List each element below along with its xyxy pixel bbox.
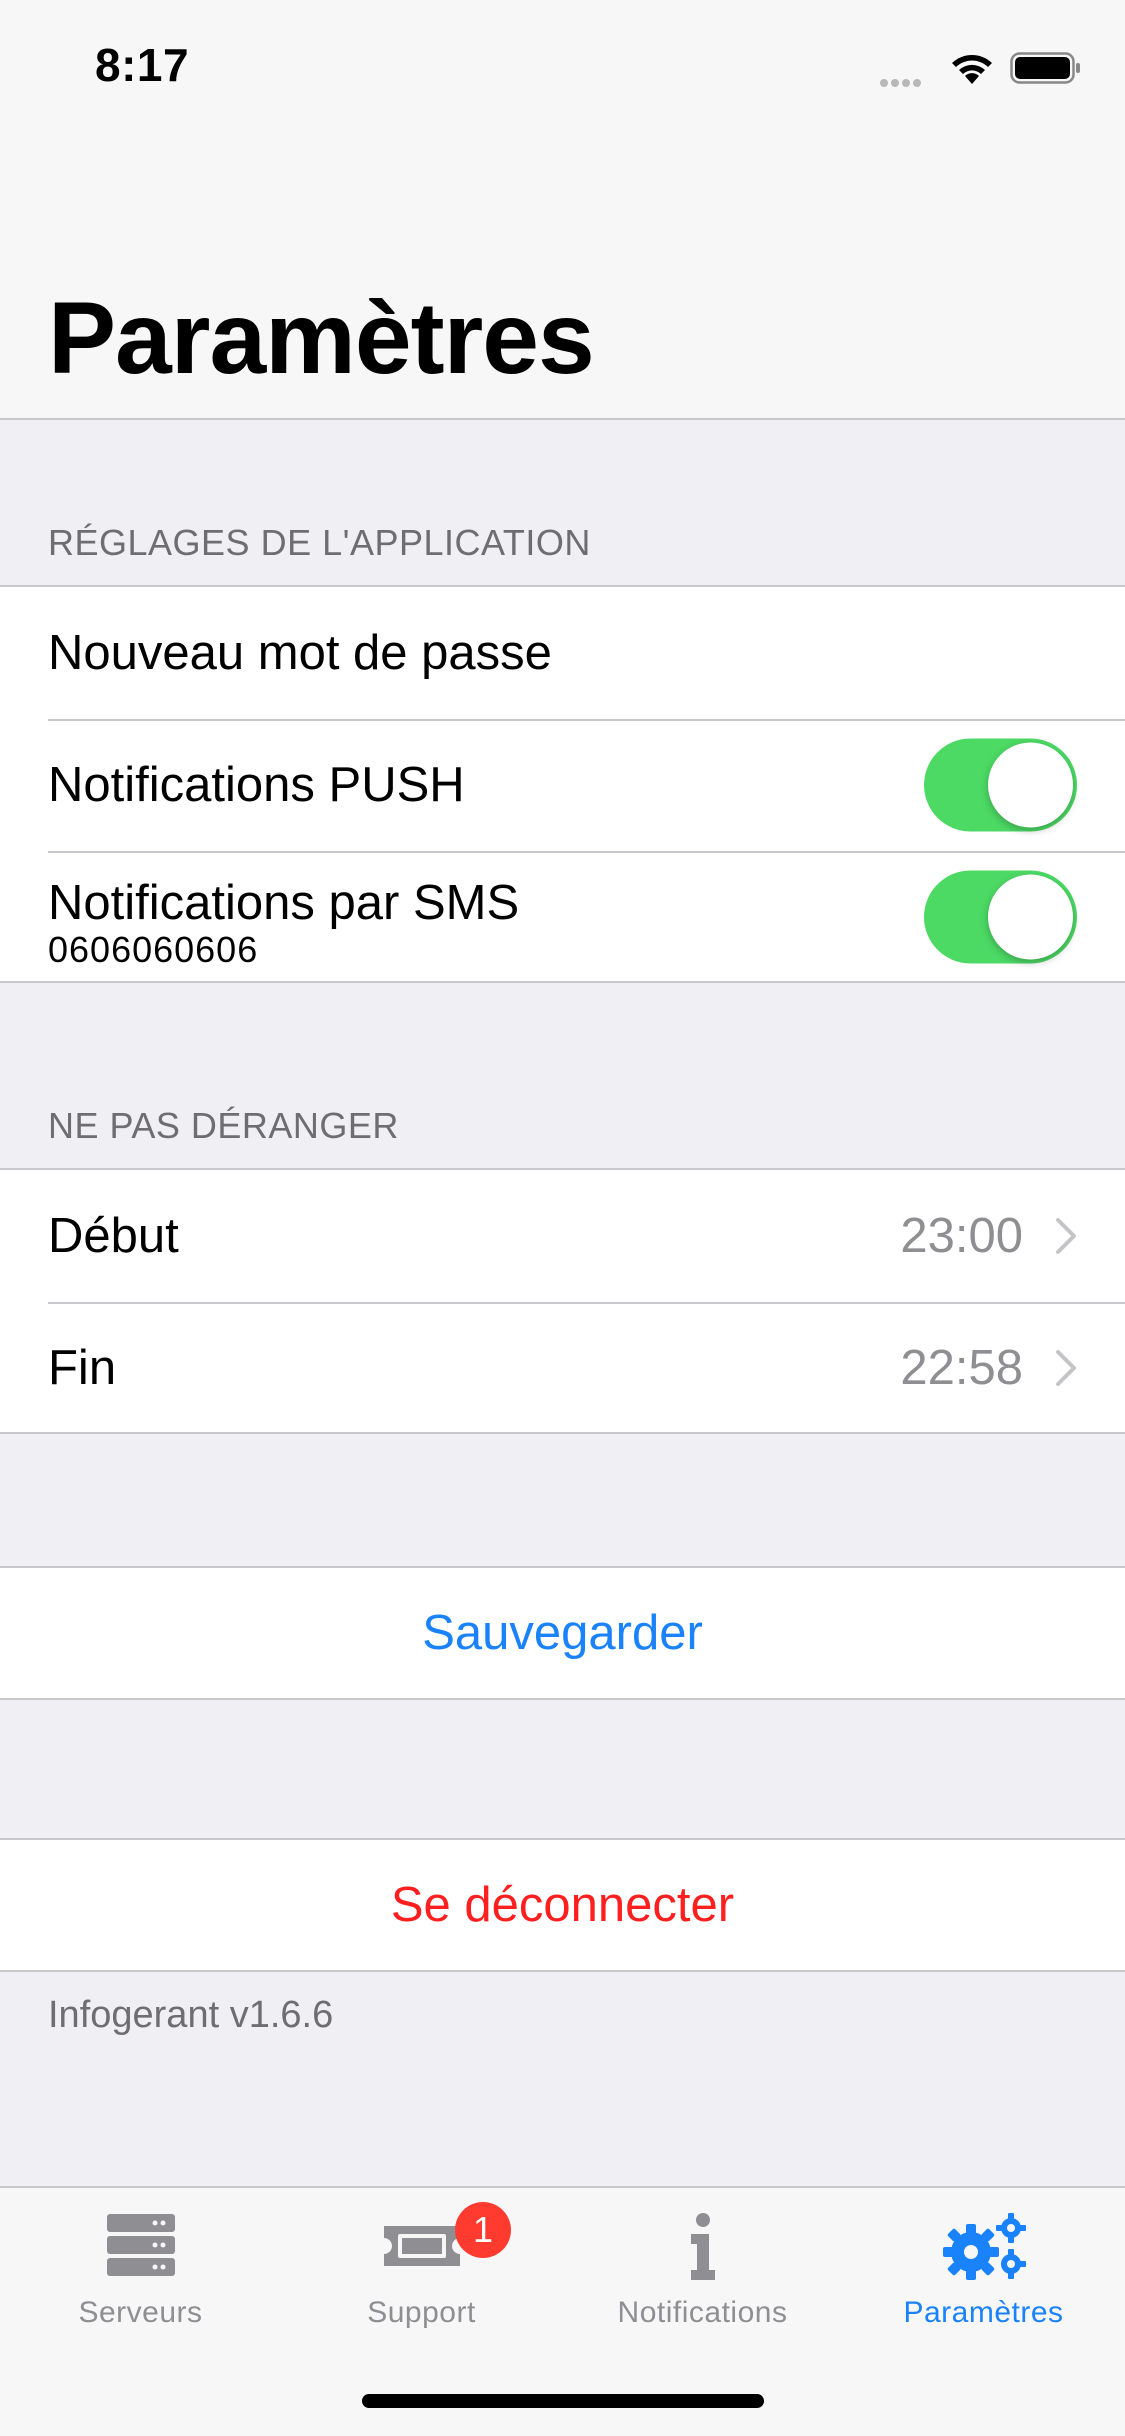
- push-notifications-label: Notifications PUSH: [48, 758, 465, 812]
- ticket-icon: [383, 2226, 460, 2266]
- tab-support-label: Support: [367, 2296, 476, 2329]
- save-button-label: Sauvegarder: [422, 1606, 703, 1660]
- tab-notifications[interactable]: Notifications: [562, 2188, 843, 2358]
- push-notifications-toggle[interactable]: [924, 738, 1077, 832]
- dnd-end-value: 22:58: [900, 1341, 1023, 1395]
- new-password-label: Nouveau mot de passe: [48, 626, 552, 680]
- tab-servers-label: Serveurs: [78, 2296, 203, 2329]
- logout-button-label: Se déconnecter: [390, 1878, 735, 1932]
- save-group: Sauvegarder: [0, 1566, 1125, 1700]
- sms-notifications-label: Notifications par SMS: [48, 876, 520, 930]
- page-title: Paramètres: [48, 281, 595, 395]
- toggle-knob: [988, 742, 1073, 828]
- gears-icon: [942, 2213, 1026, 2280]
- servers-icon: [106, 2214, 175, 2276]
- signal-dots-icon: [880, 74, 934, 87]
- navigation-bar: Paramètres: [0, 132, 1125, 420]
- app-settings-group: Nouveau mot de passe Notifications PUSH …: [0, 585, 1125, 983]
- new-password-row[interactable]: Nouveau mot de passe: [0, 587, 1125, 719]
- section-header-app-settings: RÉGLAGES DE L'APPLICATION: [48, 522, 591, 563]
- status-bar: 8:17: [0, 0, 1125, 132]
- info-icon: [690, 2213, 715, 2280]
- push-notifications-row: Notifications PUSH: [0, 719, 1125, 851]
- tab-support[interactable]: 1 Support: [281, 2188, 562, 2358]
- tab-servers[interactable]: Serveurs: [0, 2188, 281, 2358]
- dnd-start-value: 23:00: [900, 1209, 1023, 1263]
- wifi-icon: [952, 55, 992, 84]
- dnd-start-row[interactable]: Début 23:00: [0, 1170, 1125, 1302]
- sms-notifications-row: Notifications par SMS 0606060606: [0, 851, 1125, 983]
- tab-settings-label: Paramètres: [903, 2296, 1064, 2329]
- save-button[interactable]: Sauvegarder: [0, 1568, 1125, 1698]
- tab-notifications-label: Notifications: [617, 2296, 788, 2329]
- chevron-right-icon: [1056, 1350, 1076, 1386]
- toggle-knob: [988, 874, 1073, 960]
- status-time: 8:17: [95, 39, 190, 91]
- tab-settings[interactable]: Paramètres: [843, 2188, 1124, 2358]
- sms-phone-number: 0606060606: [48, 929, 259, 970]
- logout-button[interactable]: Se déconnecter: [0, 1840, 1125, 1970]
- chevron-right-icon: [1056, 1218, 1076, 1254]
- dnd-end-label: Fin: [48, 1341, 117, 1395]
- section-header-dnd: NE PAS DÉRANGER: [48, 1105, 399, 1146]
- support-badge: 1: [455, 2202, 511, 2258]
- battery-icon: [1010, 52, 1080, 84]
- dnd-start-label: Début: [48, 1209, 179, 1263]
- sms-notifications-toggle[interactable]: [924, 870, 1077, 964]
- home-indicator-bar: [362, 2394, 764, 2408]
- dnd-end-row[interactable]: Fin 22:58: [0, 1302, 1125, 1434]
- dnd-group: Début 23:00 Fin 22:58: [0, 1168, 1125, 1434]
- logout-group: Se déconnecter: [0, 1838, 1125, 1972]
- app-version: Infogerant v1.6.6: [48, 1994, 334, 2036]
